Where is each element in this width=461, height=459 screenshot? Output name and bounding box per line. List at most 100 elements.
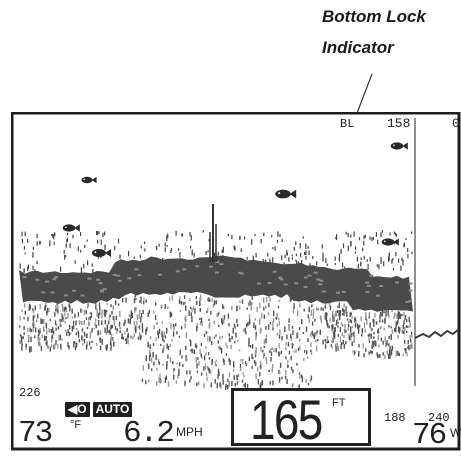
clutter-mark	[345, 231, 347, 235]
band-texture	[50, 291, 55, 294]
clutter-mark	[398, 258, 400, 263]
clutter-mark	[299, 346, 301, 350]
clutter-mark	[199, 307, 201, 312]
clutter-mark	[176, 362, 178, 365]
zoom-chip: ◀O	[65, 402, 90, 417]
clutter-mark	[81, 320, 83, 325]
clutter-mark	[253, 322, 255, 329]
band-texture	[303, 286, 308, 288]
clutter-mark	[271, 235, 273, 238]
clutter-mark	[68, 345, 70, 350]
clutter-mark	[278, 318, 280, 321]
clutter-mark	[109, 341, 112, 346]
clutter-mark	[358, 344, 360, 348]
clutter-mark	[98, 302, 101, 308]
band-texture	[272, 270, 277, 273]
clutter-mark	[386, 340, 388, 346]
band-texture	[22, 276, 27, 279]
clutter-mark	[240, 248, 242, 252]
clutter-mark	[329, 317, 331, 323]
clutter-mark	[149, 344, 151, 349]
clutter-mark	[88, 341, 91, 346]
clutter-mark	[61, 303, 63, 307]
clutter-mark	[215, 334, 217, 337]
clutter-mark	[49, 318, 51, 322]
clutter-mark	[27, 266, 29, 272]
clutter-mark	[84, 244, 86, 248]
depth-readout-box: 165 FT	[231, 388, 371, 448]
clutter-mark	[109, 314, 112, 317]
clutter-mark	[255, 361, 257, 366]
clutter-mark	[392, 268, 394, 271]
clutter-mark	[140, 245, 142, 249]
clutter-mark	[193, 252, 195, 258]
clutter-mark	[373, 336, 375, 339]
clutter-mark	[339, 326, 342, 333]
clutter-mark	[263, 339, 266, 345]
band-texture	[117, 279, 122, 282]
clutter-mark	[91, 340, 93, 343]
clutter-mark	[119, 330, 121, 334]
clutter-mark	[386, 350, 388, 355]
clutter-mark	[181, 355, 183, 359]
clutter-mark	[145, 328, 147, 335]
clutter-mark	[278, 351, 280, 356]
clutter-mark	[295, 259, 297, 262]
clutter-mark	[133, 298, 136, 303]
clutter-mark	[105, 330, 108, 336]
clutter-mark	[411, 343, 413, 349]
clutter-mark	[332, 310, 334, 315]
clutter-mark	[169, 343, 171, 348]
clutter-mark	[40, 318, 42, 324]
clutter-mark	[286, 378, 288, 384]
clutter-mark	[340, 322, 342, 325]
clutter-mark	[95, 304, 97, 310]
clutter-mark	[200, 343, 203, 347]
clutter-mark	[60, 324, 62, 327]
clutter-mark	[384, 354, 386, 360]
clutter-mark	[295, 349, 297, 353]
clutter-mark	[55, 308, 57, 312]
clutter-mark	[106, 324, 108, 329]
band-texture	[72, 289, 76, 292]
clutter-mark	[54, 320, 57, 325]
clutter-mark	[239, 300, 241, 303]
clutter-mark	[268, 302, 270, 308]
clutter-mark	[263, 297, 265, 304]
clutter-mark	[397, 315, 399, 320]
clutter-mark	[365, 348, 367, 352]
clutter-mark	[219, 382, 221, 387]
clutter-mark	[233, 375, 235, 381]
clutter-mark	[19, 340, 21, 345]
clutter-mark	[393, 231, 396, 234]
clutter-mark	[272, 257, 274, 263]
clutter-mark	[181, 233, 183, 237]
clutter-mark	[104, 231, 106, 236]
clutter-mark	[91, 328, 93, 333]
clutter-mark	[369, 256, 371, 262]
clutter-mark	[350, 336, 352, 341]
clutter-mark	[276, 323, 278, 327]
clutter-mark	[166, 245, 168, 248]
clutter-mark	[153, 325, 155, 330]
clutter-mark	[178, 368, 180, 374]
clutter-mark	[39, 240, 41, 245]
clutter-mark	[364, 234, 366, 238]
clutter-mark	[308, 306, 310, 313]
clutter-mark	[106, 310, 108, 313]
clutter-mark	[229, 359, 231, 366]
band-texture	[54, 276, 59, 279]
band-texture	[369, 274, 374, 277]
clutter-mark	[78, 320, 81, 325]
clutter-mark	[246, 307, 248, 310]
clutter-mark	[356, 323, 359, 329]
clutter-mark	[147, 341, 149, 348]
clutter-mark	[71, 316, 74, 319]
clutter-mark	[178, 248, 180, 251]
clutter-mark	[205, 331, 208, 334]
clutter-mark	[276, 239, 279, 243]
clutter-mark	[222, 379, 224, 385]
clutter-mark	[30, 329, 33, 333]
clutter-mark	[190, 245, 192, 249]
clutter-mark	[259, 320, 261, 325]
